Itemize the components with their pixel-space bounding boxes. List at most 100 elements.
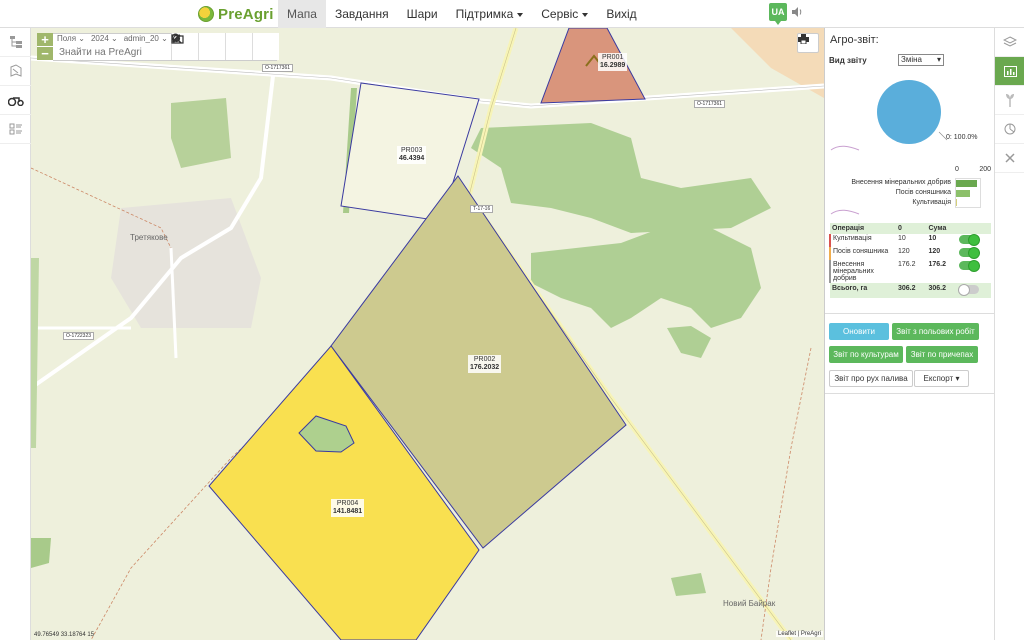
speaker-icon[interactable] [791, 6, 803, 18]
table-row: Посів соняшника 120 120 [829, 247, 991, 260]
operation-sum: 120 [928, 248, 941, 255]
pie-chart [830, 80, 948, 151]
bar-label: Культивація [912, 199, 951, 206]
divider [825, 313, 995, 314]
year-filter[interactable]: 2024 [91, 34, 118, 43]
operation-value: 176.2 [898, 261, 916, 268]
total-sum: 306.2 [926, 283, 957, 298]
map-tools [171, 33, 279, 60]
field-works-report-button[interactable]: Звіт з польових робіт [892, 323, 979, 340]
main-nav: Мапа Завдання Шари Підтримка Сервіс Вихі… [278, 0, 646, 28]
col-operation: Операція [830, 223, 896, 234]
forest-patch [171, 98, 231, 168]
print-icon [798, 34, 809, 44]
nav-logout[interactable]: Вихід [597, 0, 645, 28]
trailers-report-button[interactable]: Звіт по причепах [906, 346, 978, 363]
layers-icon[interactable] [995, 28, 1024, 57]
refresh-button[interactable]: Оновити [829, 323, 889, 340]
chart-watermark [830, 209, 860, 215]
operation-name: Посів соняшника [829, 247, 896, 260]
chart-icon[interactable] [995, 57, 1024, 86]
print-button[interactable] [797, 33, 819, 53]
logo-icon [198, 6, 214, 22]
user-filter[interactable]: admin_20 [124, 34, 168, 43]
nav-support[interactable]: Підтримка [447, 0, 533, 28]
caret-down-icon [517, 12, 524, 17]
place-label: Третякове [130, 233, 168, 242]
pie-chart-icon[interactable] [995, 115, 1024, 144]
operation-value: 120 [898, 248, 910, 255]
fields-tree-icon[interactable] [0, 28, 31, 57]
tractor-icon[interactable] [0, 86, 31, 115]
table-total-row: Всього, га 306.2 306.2 [830, 283, 991, 298]
bar-plot [955, 178, 981, 208]
nav-service[interactable]: Сервіс [532, 0, 597, 28]
operation-value: 10 [898, 235, 906, 242]
zoom-out-button[interactable]: − [37, 47, 53, 61]
ruler-icon[interactable] [172, 33, 252, 60]
operation-name: Культивація [829, 234, 896, 247]
road-tag: T-17-16 [470, 205, 494, 213]
tools-icon[interactable] [995, 144, 1024, 173]
field-label-pr004[interactable]: PR004 141.8481 [331, 499, 365, 517]
bar[interactable] [956, 199, 958, 206]
map-search-input[interactable] [59, 45, 179, 59]
map-canvas[interactable] [31, 28, 824, 640]
logo-text: PreAgri [218, 5, 274, 23]
map-filters: Поля 2024 admin_20 [57, 34, 168, 43]
total-toggle[interactable] [958, 284, 979, 296]
pie-slice[interactable] [877, 80, 941, 144]
locate-icon[interactable] [172, 33, 225, 60]
bar-axis: 0 200 [955, 166, 991, 173]
field-label-pr003[interactable]: PR003 46.4394 [397, 146, 427, 164]
road-tag: O-1717361 [694, 100, 726, 108]
agro-report-panel: Агро-звіт: Вид звіту Зміна 0: 100.0% 020… [824, 28, 995, 640]
col-zero: 0 [896, 223, 927, 234]
left-toolbar [0, 28, 31, 640]
fuel-report-button[interactable]: Звіт про рух палива [829, 370, 913, 387]
caret-down-icon: ▾ [955, 374, 960, 383]
nav-tasks[interactable]: Завдання [326, 0, 398, 28]
field-label-pr002[interactable]: PR002 176.2032 [468, 355, 502, 373]
nav-map[interactable]: Мапа [278, 0, 326, 28]
chart-watermark [830, 145, 860, 151]
operation-toggle[interactable] [959, 260, 980, 272]
zoom-in-button[interactable]: + [37, 33, 53, 47]
operation-name: Внесення мінеральних добрив [829, 260, 896, 283]
total-label: Всього, га [830, 283, 896, 298]
export-button[interactable]: Експорт ▾ [914, 370, 969, 387]
right-toolbar [994, 28, 1024, 640]
bar[interactable] [956, 189, 971, 197]
folder-icon[interactable] [171, 33, 279, 60]
map-attribution[interactable]: Leaflet | PreAgri [776, 631, 823, 637]
nav-layers[interactable]: Шари [398, 0, 447, 28]
operations-table: Операція 0 Сума Культивація 10 10 Посів … [829, 223, 991, 298]
panel-title: Агро-звіт: [830, 34, 879, 46]
type-filter[interactable]: Поля [57, 34, 85, 43]
total-value: 306.2 [896, 283, 927, 298]
cursor-coordinates: 49.76549 33.18764 15 [34, 632, 95, 638]
col-sum: Сума [926, 223, 991, 234]
caret-down-icon [582, 12, 589, 17]
road-tag: O-1717361 [262, 64, 294, 72]
road-tag: O-1722323 [63, 332, 95, 340]
operation-toggle[interactable] [959, 247, 980, 259]
report-view-label: Вид звіту [829, 56, 867, 65]
language-badge[interactable]: UA [769, 3, 787, 25]
bar-label: Посів соняшника [895, 189, 951, 196]
fields-list-icon[interactable] [0, 115, 31, 144]
map-view[interactable]: PR001 16.2989 PR002 176.2032 PR003 46.4394 … [31, 28, 824, 640]
table-row: Культивація 10 10 [829, 234, 991, 247]
zoom-control: + − [37, 33, 53, 61]
report-view-select[interactable]: Зміна [898, 54, 944, 66]
field-label-pr001[interactable]: PR001 16.2989 [598, 53, 628, 71]
bar[interactable] [956, 180, 978, 187]
top-navbar: PreAgri Мапа Завдання Шари Підтримка Сер… [0, 0, 1024, 28]
plant-icon[interactable] [995, 86, 1024, 115]
map-layers-icon[interactable] [0, 57, 31, 86]
app-logo[interactable]: PreAgri [198, 4, 274, 24]
operation-toggle[interactable] [959, 234, 980, 246]
crops-report-button[interactable]: Звіт по культурам [829, 346, 903, 363]
operation-sum: 10 [928, 235, 937, 242]
divider [825, 393, 995, 394]
